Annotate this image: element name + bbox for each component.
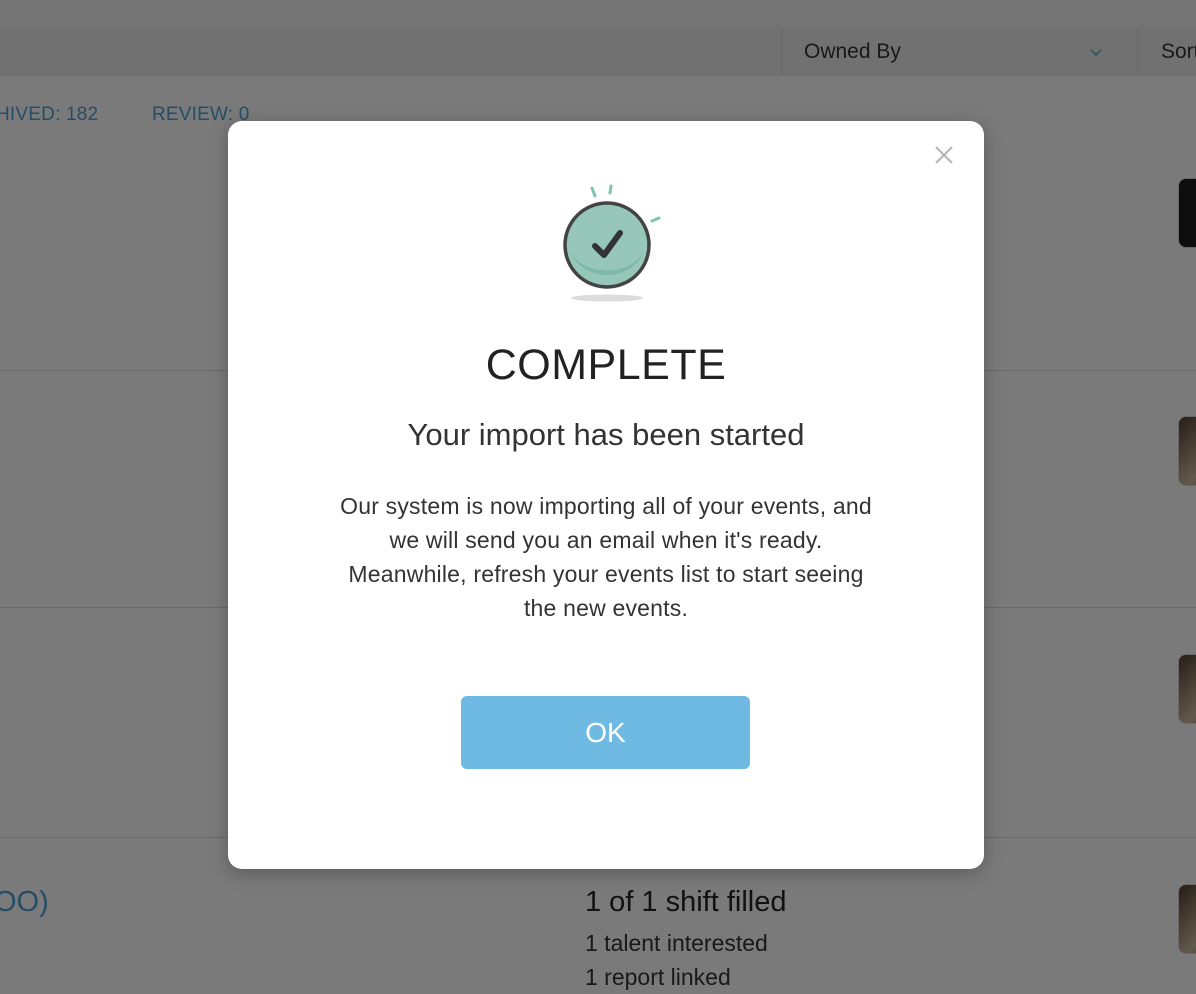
dialog-title: COMPLETE bbox=[485, 341, 727, 389]
dialog-subtitle: Your import has been started bbox=[407, 417, 805, 452]
close-icon[interactable] bbox=[930, 141, 958, 169]
import-complete-dialog: COMPLETE Your import has been started Ou… bbox=[228, 121, 984, 869]
ok-button[interactable]: OK bbox=[461, 696, 750, 769]
check-circle-icon bbox=[563, 184, 661, 302]
page: Owned By Sort HIVED: 182 REVIEW: 0 OO) 1… bbox=[0, 0, 1196, 994]
dialog-message: Our system is now importing all of your … bbox=[340, 493, 872, 621]
